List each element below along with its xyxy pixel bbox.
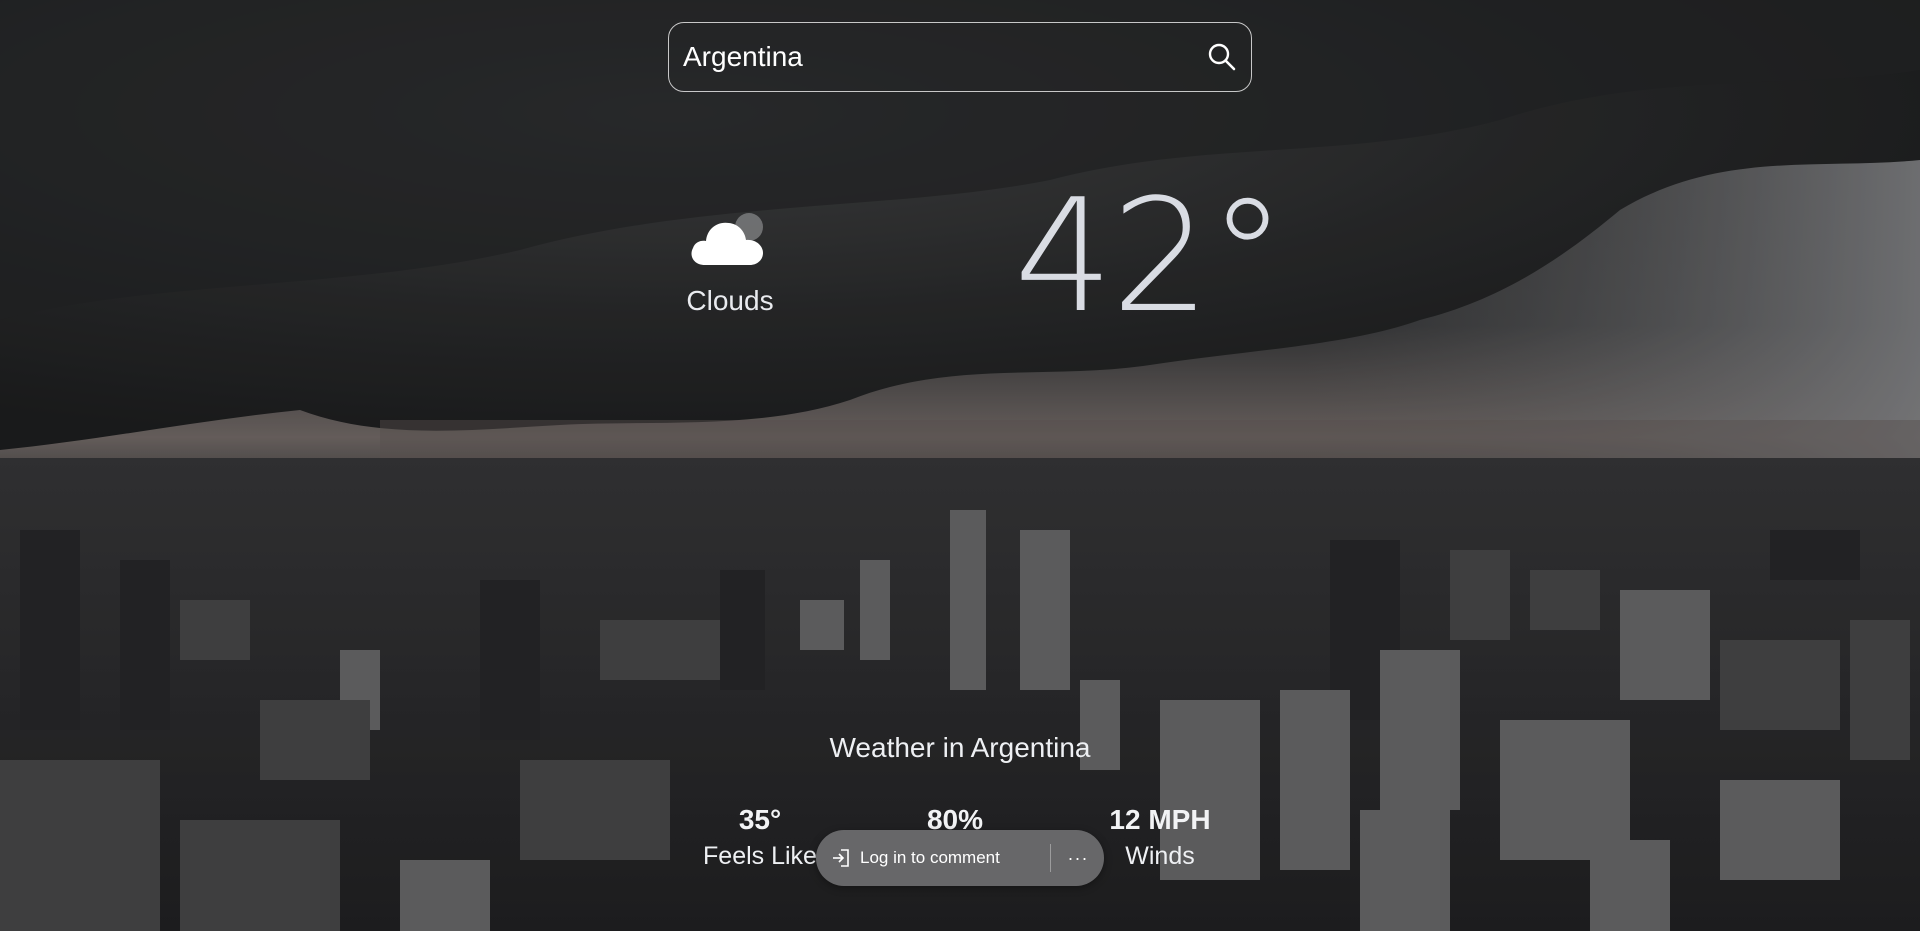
stat-wind: 12 MPH Winds: [1090, 804, 1230, 871]
cloud-icon: [691, 213, 763, 265]
weather-app: Clouds 42° Weather in Argentina 35° Feel…: [0, 0, 1920, 931]
current-temperature: 42°: [1014, 165, 1287, 347]
wind-label: Winds: [1125, 842, 1195, 870]
search-input[interactable]: [683, 23, 1183, 90]
divider: [1050, 844, 1051, 872]
background-dim-overlay: [0, 0, 1920, 931]
current-condition: Clouds: [668, 205, 792, 317]
search-icon[interactable]: [1207, 42, 1237, 72]
search-box[interactable]: [668, 22, 1252, 92]
more-icon: ···: [1067, 847, 1089, 868]
stat-feels-like: 35° Feels Like: [700, 804, 820, 871]
feels-like-value: 35°: [738, 804, 782, 835]
location-title: Weather in Argentina: [829, 732, 1091, 763]
login-icon: [833, 849, 849, 867]
feels-like-label: Feels Like: [703, 842, 817, 870]
login-label: Log in to comment: [860, 848, 1000, 867]
more-options-button[interactable]: ···: [1056, 830, 1100, 886]
login-to-comment-button[interactable]: Log in to comment: [830, 830, 1000, 886]
wind-value: 12 MPH: [1109, 804, 1211, 835]
comment-bar: Log in to comment ···: [816, 830, 1104, 886]
condition-label: Clouds: [686, 285, 774, 316]
